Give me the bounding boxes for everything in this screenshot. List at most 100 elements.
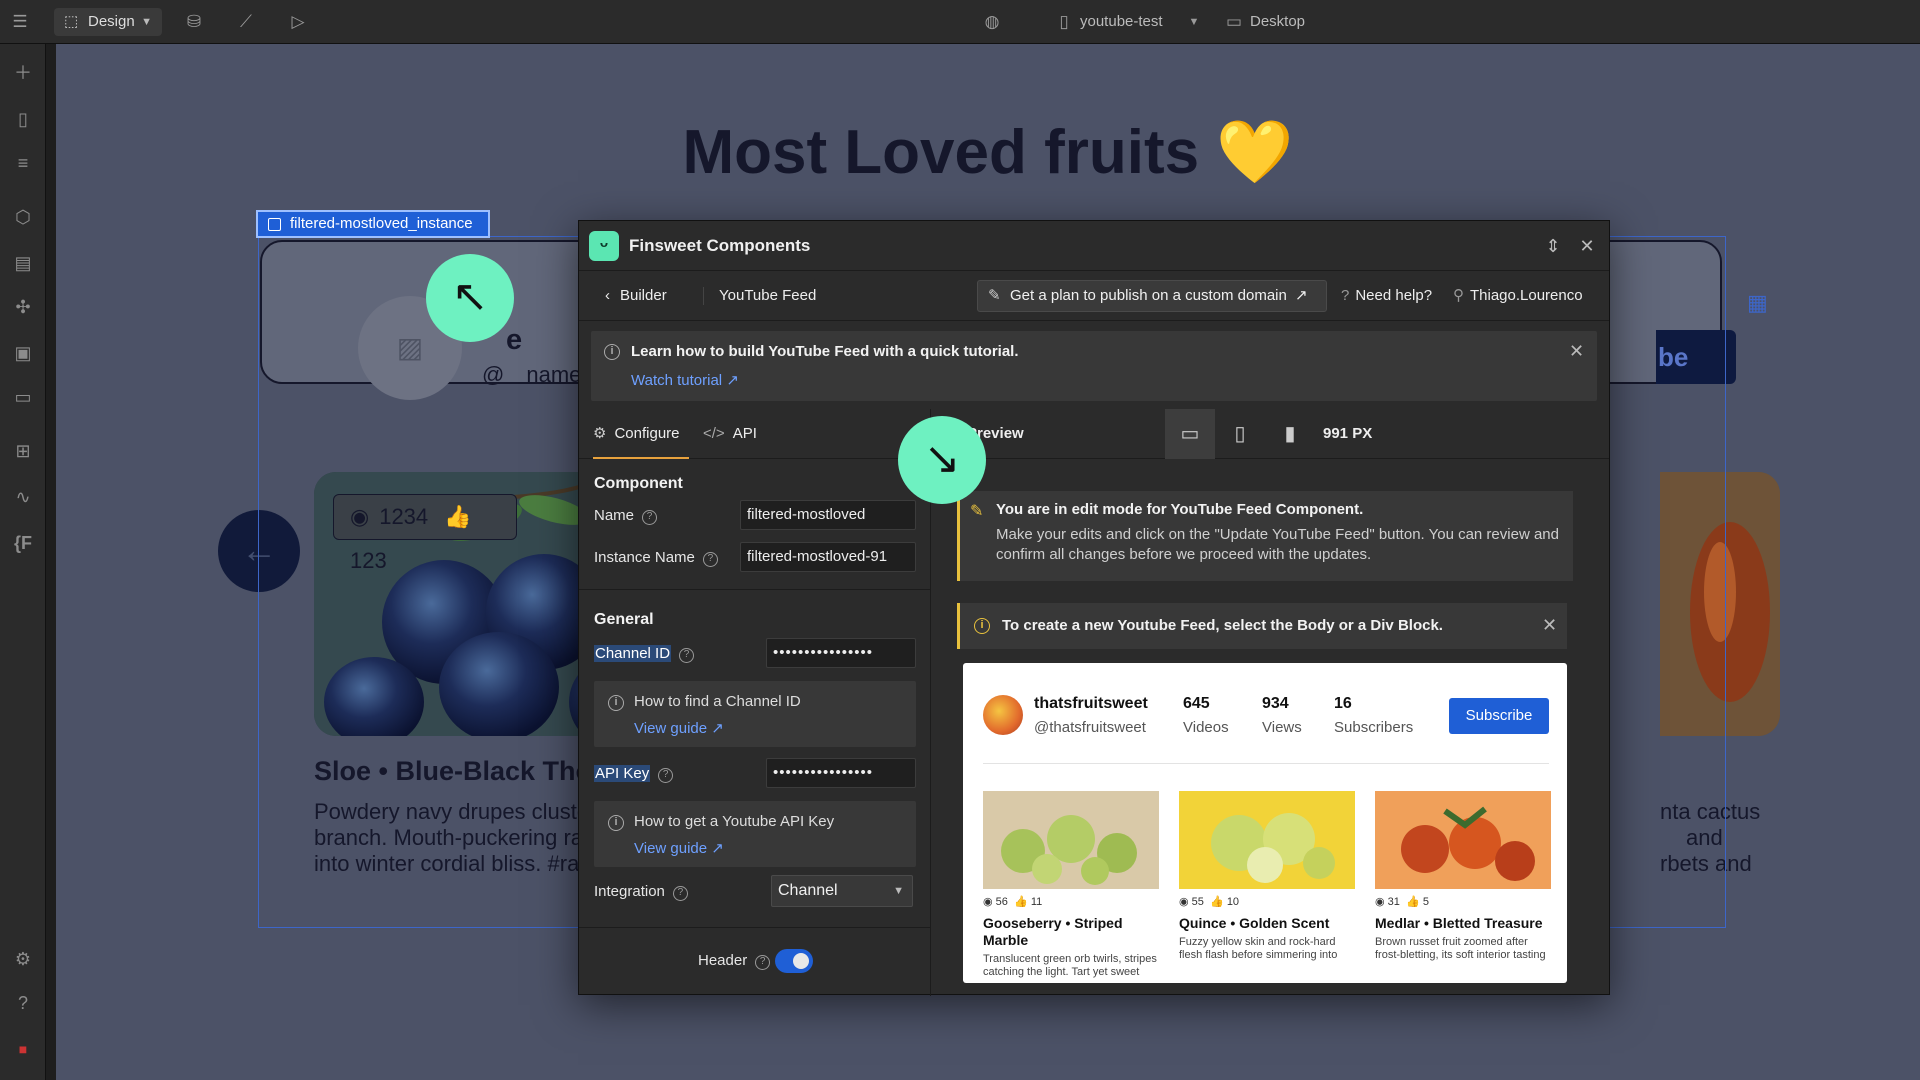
- desktop-view-icon[interactable]: ▭: [1165, 409, 1215, 459]
- video-stats: ◉ 31 👍 5: [1375, 895, 1551, 909]
- integration-select[interactable]: Channel ▼: [771, 875, 913, 907]
- analytics-icon[interactable]: ⟋: [234, 10, 258, 34]
- cursor-icon: ⬚: [64, 13, 79, 30]
- add-icon[interactable]: ＋: [8, 58, 38, 88]
- api-key-help: i How to get a Youtube API Key View guid…: [594, 801, 916, 867]
- mode-label: Design: [88, 13, 135, 30]
- site-name[interactable]: youtube-test: [1080, 0, 1163, 44]
- get-plan-button[interactable]: ✎ Get a plan to publish on a custom doma…: [977, 280, 1327, 312]
- breakpoint-label[interactable]: Desktop: [1250, 0, 1305, 44]
- help-icon[interactable]: ?: [658, 768, 674, 783]
- help-link[interactable]: ? Need help?: [1341, 271, 1432, 321]
- assets-icon[interactable]: ▣: [8, 338, 38, 368]
- video-description: Fuzzy yellow skin and rock-hard flesh fl…: [1179, 936, 1338, 961]
- component-grid-icon[interactable]: ▦: [1747, 290, 1771, 315]
- view-guide-label: View guide: [634, 720, 708, 737]
- video-card[interactable]: ◉ 55 👍 10 Quince • Golden Scent Fuzzy ye…: [1179, 791, 1355, 962]
- selection-label[interactable]: filtered-mostloved_instance: [256, 210, 490, 238]
- gear-icon: ⚙: [593, 425, 607, 442]
- channel-id-label: Channel ID?: [594, 645, 695, 663]
- database-icon[interactable]: ⛁: [182, 10, 206, 34]
- channel-id-help: i How to find a Channel ID View guide ↗: [594, 681, 916, 747]
- close-icon[interactable]: ✕: [1575, 234, 1599, 258]
- channel-view-guide-link[interactable]: View guide ↗: [634, 719, 724, 737]
- channel-avatar: [983, 695, 1023, 735]
- video-stats: ◉ 56 👍 11: [983, 895, 1159, 909]
- header-toggle-label: Header?: [698, 952, 771, 970]
- play-icon[interactable]: ▷: [286, 10, 310, 34]
- collapse-icon[interactable]: ⇕: [1541, 234, 1565, 258]
- api-key-label: API Key?: [594, 765, 674, 783]
- tab-api[interactable]: </> API: [703, 409, 757, 459]
- book-icon[interactable]: ▭: [8, 382, 38, 412]
- thumbs-up-icon: 👍: [1406, 896, 1420, 908]
- config-column: ⚙ Configure </> API Component Name? filter…: [579, 409, 931, 996]
- integration-value: Channel: [778, 882, 838, 899]
- close-notice-icon[interactable]: ✕: [1542, 615, 1557, 636]
- config-tabs: ⚙ Configure </> API: [579, 409, 930, 459]
- globe-icon[interactable]: ◍: [980, 10, 1004, 34]
- activity-icon[interactable]: ∿: [8, 482, 38, 512]
- channel-help-text: How to find a Channel ID: [634, 693, 801, 710]
- chevron-down-icon: ▼: [141, 16, 152, 28]
- help-icon[interactable]: ?: [679, 648, 695, 663]
- close-banner-icon[interactable]: ✕: [1569, 341, 1584, 362]
- plan-button-label: Get a plan to publish on a custom domain: [1010, 287, 1287, 304]
- api-key-input[interactable]: ••••••••••••••••: [766, 758, 916, 788]
- stat-videos-label: Videos: [1183, 719, 1229, 736]
- user-icon: ⚲: [1453, 287, 1464, 304]
- channel-id-input[interactable]: ••••••••••••••••: [766, 638, 916, 668]
- styles-icon[interactable]: ✣: [8, 292, 38, 322]
- video-title: Medlar • Bletted Treasure: [1375, 915, 1543, 931]
- heart-emoji: 💛: [1216, 118, 1294, 187]
- pen-icon: ✎: [988, 287, 1001, 304]
- header-toggle[interactable]: [775, 949, 813, 973]
- navigator-icon[interactable]: ≡: [8, 148, 38, 178]
- youtube-feed-preview: thatsfruitsweet @thatsfruitsweet 645 Vid…: [963, 663, 1567, 983]
- video-card[interactable]: ◉ 31 👍 5 Medlar • Bletted Treasure Brown…: [1375, 791, 1551, 962]
- settings-icon[interactable]: ⚙: [8, 944, 38, 974]
- mobile-view-icon[interactable]: ▮: [1265, 409, 1315, 459]
- watch-tutorial-link[interactable]: Watch tutorial ↗: [631, 371, 739, 389]
- mode-dropdown[interactable]: ⬚ Design ▼: [54, 8, 162, 36]
- tablet-view-icon[interactable]: ▯: [1215, 409, 1265, 459]
- chevron-down-icon[interactable]: ▼: [1182, 10, 1206, 34]
- video-likes: 11: [1030, 896, 1043, 908]
- user-menu[interactable]: ⚲ Thiago.Lourenco: [1453, 271, 1583, 321]
- subscribe-button[interactable]: Subscribe: [1449, 698, 1549, 734]
- eye-icon: ◉: [983, 896, 993, 908]
- apps-icon[interactable]: ⊞: [8, 436, 38, 466]
- edit-mode-notice: ✎ You are in edit mode for YouTube Feed …: [957, 491, 1573, 581]
- eye-icon: ◉: [1375, 896, 1385, 908]
- tutorial-text: Learn how to build YouTube Feed with a q…: [631, 343, 1019, 360]
- menu-icon[interactable]: ☰: [8, 10, 32, 34]
- help-icon[interactable]: ?: [702, 552, 718, 567]
- edit-notice-body: Make your edits and click on the "Update…: [996, 526, 1559, 563]
- create-notice-text: To create a new Youtube Feed, select the…: [1002, 617, 1443, 634]
- drag-handle-southeast-icon[interactable]: ↘: [898, 416, 986, 504]
- instance-label-text: Instance Name: [594, 549, 695, 566]
- video-description: Brown russet fruit zoomed after frost-bl…: [1375, 936, 1546, 961]
- finsweet-components-panel: ᵕ Finsweet Components ⇕ ✕ ‹ Builder YouTu…: [578, 220, 1610, 996]
- help-icon[interactable]: ?: [8, 988, 38, 1018]
- video-card[interactable]: ◉ 56 👍 11 Gooseberry • Striped Marble Tr…: [983, 791, 1159, 979]
- name-input[interactable]: filtered-mostloved: [740, 500, 916, 530]
- stat-subscribers-label: Subscribers: [1334, 719, 1414, 736]
- video-views: 31: [1387, 896, 1400, 908]
- edit-notice-title: You are in edit mode for YouTube Feed Co…: [996, 501, 1364, 518]
- instance-name-input[interactable]: filtered-mostloved-91: [740, 542, 916, 572]
- help-icon[interactable]: ?: [642, 510, 658, 525]
- components-icon[interactable]: ⬡: [8, 202, 38, 232]
- pages-icon[interactable]: ▯: [8, 104, 38, 134]
- stat-videos-value: 645: [1183, 695, 1210, 712]
- record-icon[interactable]: ■: [8, 1034, 38, 1064]
- help-icon[interactable]: ?: [755, 955, 771, 970]
- tab-configure[interactable]: ⚙ Configure: [593, 409, 689, 459]
- cms-icon[interactable]: ▤: [8, 248, 38, 278]
- finsweet-icon[interactable]: {F: [8, 528, 38, 558]
- api-view-guide-link[interactable]: View guide ↗: [634, 839, 724, 857]
- drag-handle-northwest-icon[interactable]: ↖: [426, 254, 514, 342]
- general-section-title: General: [594, 611, 654, 628]
- back-builder-button[interactable]: ‹ Builder: [605, 271, 667, 321]
- help-icon[interactable]: ?: [672, 886, 688, 901]
